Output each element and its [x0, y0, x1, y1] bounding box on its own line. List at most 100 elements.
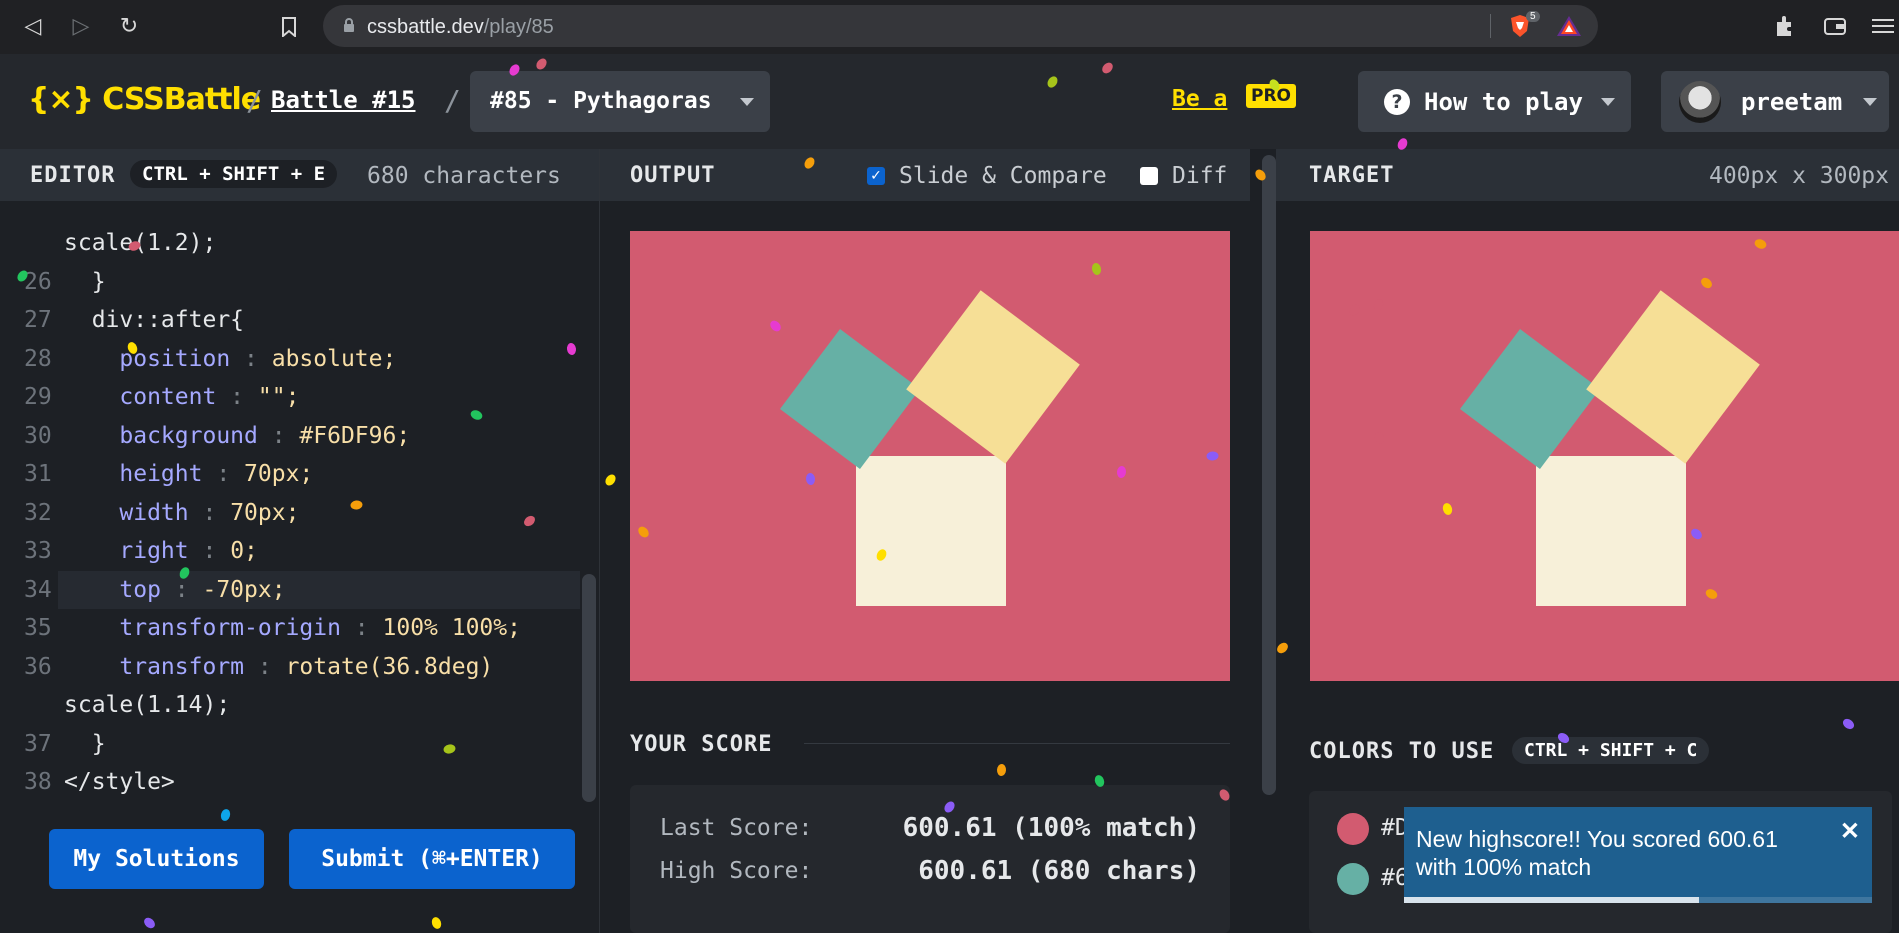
forward-icon[interactable]: ▷ — [68, 14, 94, 40]
line-text: content : ""; — [119, 384, 300, 410]
line-number: 33 — [24, 538, 52, 564]
line-text: } — [64, 268, 106, 295]
editor-header: EDITOR CTRL + SHIFT + E 680 characters — [0, 149, 599, 201]
how-to-play-button[interactable]: ? How to play — [1358, 71, 1631, 132]
color-swatch[interactable] — [1337, 813, 1369, 845]
line-text: height : 70px; — [119, 461, 314, 487]
line-text: position : absolute; — [119, 345, 397, 372]
level-dropdown[interactable]: #85 - Pythagoras — [470, 71, 770, 132]
target-title: TARGET — [1309, 163, 1395, 188]
target-canvas — [1310, 231, 1899, 681]
close-icon[interactable]: ✕ — [1840, 817, 1860, 846]
lock-icon — [344, 18, 354, 32]
last-score-label: Last Score: — [660, 815, 813, 841]
code-line[interactable]: 37 } — [0, 725, 580, 763]
panel-resize-handle[interactable] — [1262, 155, 1276, 795]
line-text: transform : rotate(36.8deg) — [119, 653, 494, 680]
line-number: 30 — [24, 422, 52, 449]
editor-title: EDITOR — [30, 163, 116, 188]
line-number: 38 — [24, 769, 52, 795]
brave-rewards-icon[interactable] — [1556, 14, 1582, 38]
cream-square — [856, 456, 1006, 606]
username: preetam — [1741, 88, 1843, 116]
colors-shortcut: CTRL + SHIFT + C — [1512, 737, 1710, 764]
high-score-label: High Score: — [660, 858, 813, 884]
line-text: } — [64, 730, 106, 757]
slide-compare-checkbox[interactable]: ✓ — [867, 167, 885, 185]
user-menu[interactable]: preetam — [1661, 71, 1889, 132]
diff-label[interactable]: Diff — [1172, 163, 1227, 189]
code-line[interactable]: 26 } — [0, 263, 580, 301]
code-line[interactable]: scale(1.2); — [0, 224, 580, 262]
score-divider — [804, 743, 1230, 744]
line-text: top : -70px; — [119, 576, 286, 603]
cssbattle-logo[interactable]: {⨯} CSSBattle — [28, 82, 261, 117]
output-canvas[interactable] — [630, 231, 1230, 681]
code-line[interactable]: 27 div::after{ — [0, 301, 580, 339]
code-line[interactable]: 35 transform-origin : 100% 100%; — [0, 609, 580, 647]
toast-progress-fill — [1404, 897, 1699, 903]
avatar — [1679, 81, 1721, 123]
battle-link[interactable]: Battle #15 — [271, 86, 416, 114]
code-line[interactable]: 30 background : #F6DF96; — [0, 417, 580, 455]
how-to-play-label: How to play — [1424, 88, 1583, 116]
target-header: TARGET 400px x 300px — [1276, 149, 1899, 201]
address-bar[interactable]: cssbattle.dev/play/85 5 — [323, 5, 1598, 47]
line-number: 32 — [24, 499, 52, 526]
output-title: OUTPUT — [630, 163, 716, 188]
reload-icon[interactable]: ↻ — [116, 14, 142, 40]
high-score-value: 600.61 (680 chars) — [918, 856, 1200, 886]
slide-compare-label[interactable]: Slide & Compare — [899, 163, 1107, 189]
diff-checkbox[interactable] — [1140, 167, 1158, 185]
line-text: scale(1.14); — [64, 692, 231, 718]
breadcrumb-separator: / — [246, 84, 263, 117]
line-text: </style> — [64, 769, 175, 795]
extensions-icon[interactable] — [1772, 13, 1798, 39]
line-text: div::after{ — [64, 307, 245, 333]
code-line[interactable]: 38 </style> — [0, 763, 580, 801]
bookmark-icon[interactable] — [276, 14, 302, 40]
my-solutions-button[interactable]: My Solutions — [49, 829, 264, 889]
line-text: right : 0; — [119, 538, 258, 564]
score-card: Last Score: 600.61 (100% match) High Sco… — [630, 785, 1230, 933]
url-text: cssbattle.dev/play/85 — [367, 16, 554, 38]
code-line[interactable]: 34 top : -70px; — [24, 570, 580, 609]
code-line[interactable]: 31 height : 70px; — [0, 455, 580, 493]
chevron-down-icon — [740, 98, 754, 106]
be-a-pro-link[interactable]: Be a — [1172, 86, 1227, 112]
colors-title: COLORS TO USE — [1309, 739, 1495, 764]
last-score-value: 600.61 (100% match) — [902, 813, 1200, 843]
editor-scrollbar[interactable] — [582, 574, 596, 802]
submit-button[interactable]: Submit (⌘+ENTER) — [289, 829, 575, 889]
help-icon: ? — [1384, 89, 1410, 115]
code-line[interactable]: 33 right : 0; — [0, 532, 580, 570]
code-line[interactable]: 32 width : 70px; — [0, 494, 580, 532]
cream-square — [1536, 456, 1686, 606]
wallet-icon[interactable] — [1822, 13, 1848, 39]
app-header: {⨯} CSSBattle / Battle #15 / #85 - Pytha… — [0, 54, 1899, 149]
line-number: 34 — [24, 576, 52, 603]
output-header: OUTPUT ✓ Slide & Compare Diff — [600, 149, 1250, 201]
chevron-down-icon — [1863, 98, 1877, 106]
teal-square — [1459, 328, 1601, 470]
shield-count-badge: 5 — [1526, 11, 1540, 22]
score-title: YOUR SCORE — [630, 732, 773, 757]
code-line[interactable]: 29 content : ""; — [0, 378, 580, 416]
chevron-down-icon — [1601, 98, 1615, 106]
code-line[interactable]: 28 position : absolute; — [0, 340, 580, 378]
line-number: 35 — [24, 615, 52, 641]
back-icon[interactable]: ◁ — [20, 14, 46, 40]
line-number: 27 — [24, 307, 52, 333]
color-swatch[interactable] — [1337, 863, 1369, 895]
code-line[interactable]: 36 transform : rotate(36.8deg) — [0, 648, 580, 686]
browser-toolbar: ◁ ▷ ↻ cssbattle.dev/play/85 5 — [0, 0, 1899, 54]
teal-square — [779, 328, 921, 470]
editor-shortcut: CTRL + SHIFT + E — [130, 160, 338, 188]
address-separator — [1490, 14, 1491, 38]
highscore-toast: New highscore!! You scored 600.61 with 1… — [1404, 807, 1872, 903]
yellow-square — [1586, 290, 1760, 464]
target-dimensions: 400px x 300px — [1708, 163, 1889, 189]
code-line[interactable]: scale(1.14); — [0, 686, 580, 724]
menu-icon[interactable] — [1870, 13, 1896, 39]
line-number: 31 — [24, 461, 52, 487]
